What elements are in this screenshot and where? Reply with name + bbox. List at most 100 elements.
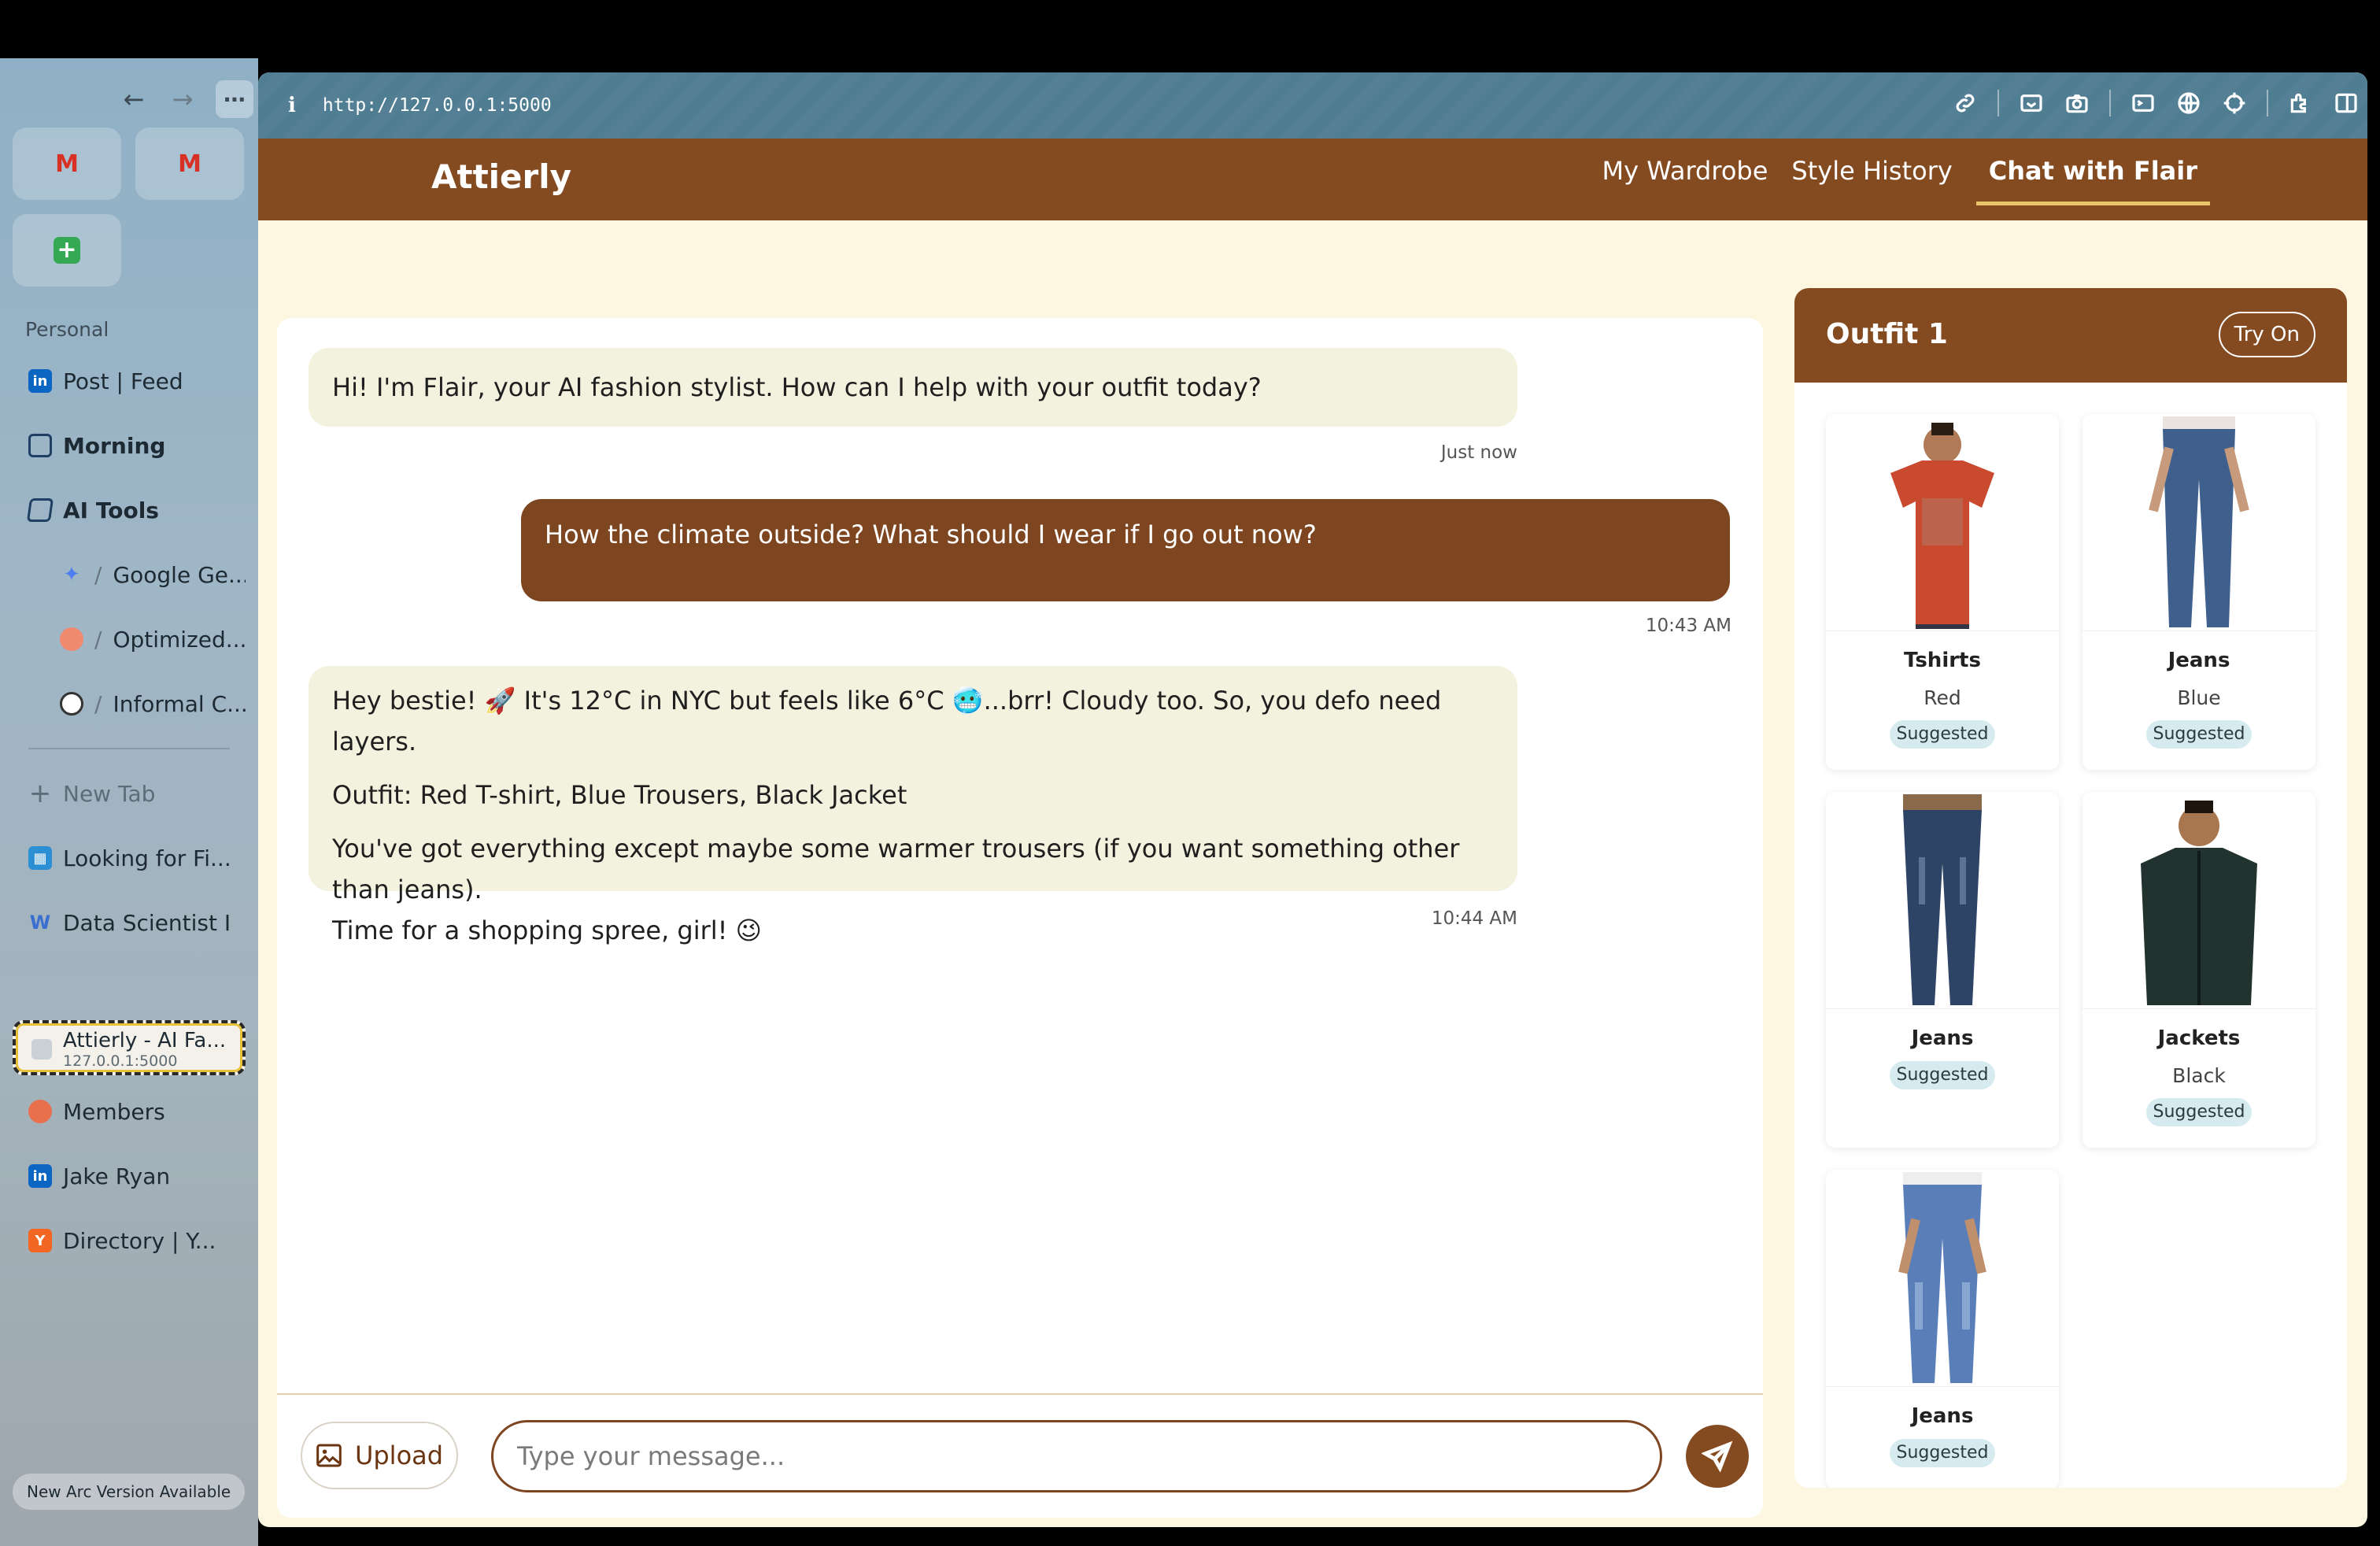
sidebar-tab-data-scientist[interactable]: W Data Scientist I [16, 899, 246, 946]
forward-arrow-icon[interactable]: → [167, 83, 198, 115]
folder-icon [28, 434, 52, 457]
add-green-icon: + [54, 237, 80, 264]
extensions-icon[interactable] [2287, 90, 2314, 117]
y-icon: Y [28, 1229, 52, 1252]
site-icon [60, 627, 83, 651]
sidebar-item-label: Directory | Y... [63, 1227, 216, 1254]
sidebar-item-optimized[interactable]: / Optimized... [47, 616, 246, 663]
nav-chat-with-flair[interactable]: Chat with Flair [1975, 156, 2210, 205]
jacket-image [2141, 800, 2257, 1005]
url-text[interactable]: http://127.0.0.1:5000 [323, 95, 552, 116]
outfit-item-card[interactable]: Jeans Blue Suggested [2082, 414, 2315, 770]
sidebar-item-label: Google Ge... [113, 561, 246, 588]
outfit-title: Outfit 1 [1826, 318, 1948, 350]
sidebar-folder-ai-tools[interactable]: AI Tools [16, 486, 246, 534]
item-image [1826, 792, 2059, 1009]
send-icon [1702, 1441, 1733, 1472]
outfit-item-card[interactable]: Tshirts Red Suggested [1826, 414, 2059, 770]
jeans-image [2149, 416, 2249, 627]
sidebar-item-label: Optimized... [113, 626, 246, 653]
sidebar-item-label: Morning [63, 432, 166, 459]
terminal-icon[interactable] [2130, 90, 2156, 117]
new-tab-button[interactable]: + New Tab [16, 770, 246, 817]
target-icon[interactable] [2221, 90, 2248, 117]
nav-style-history[interactable]: Style History [1791, 156, 1952, 205]
globe-icon[interactable] [2175, 90, 2202, 117]
bot-message: Hey bestie! 🚀 It's 12°C in NYC but feels… [309, 666, 1517, 945]
pinned-gmail-2[interactable]: M [135, 128, 244, 200]
outfit-item-card[interactable]: Jackets Black Suggested [2082, 792, 2315, 1148]
sidebar-item-post-feed[interactable]: in Post | Feed [16, 357, 246, 405]
split-view-icon[interactable] [2333, 90, 2360, 117]
plus-icon: + [28, 778, 52, 809]
url-bar[interactable]: i http://127.0.0.1:5000 [258, 72, 2367, 139]
gmail-icon: M [178, 150, 201, 178]
message-text: Hi! I'm Flair, your AI fashion stylist. … [332, 372, 1262, 402]
brand-logo[interactable]: Attierly [431, 157, 571, 196]
sidebar-item-google-gemini[interactable]: ✦ / Google Ge... [47, 551, 246, 598]
item-color: Blue [2177, 686, 2221, 709]
gmail-icon: M [55, 150, 79, 178]
message-timestamp: Just now [1440, 442, 1517, 463]
link-icon[interactable] [1952, 90, 1979, 117]
toolbar-separator [2267, 90, 2268, 117]
capture-icon[interactable] [2018, 90, 2045, 117]
chat-panel: Hi! I'm Flair, your AI fashion stylist. … [277, 318, 1763, 1518]
separator-slash: / [94, 690, 102, 717]
separator-slash: / [94, 626, 102, 653]
bot-message: Hi! I'm Flair, your AI fashion stylist. … [309, 348, 1517, 427]
sidebar-folder-morning[interactable]: Morning [16, 422, 246, 469]
separator-slash: / [94, 561, 102, 588]
sidebar-tab-attierly-active[interactable]: Attierly - AI Fa... 127.0.0.1:5000 [13, 1020, 246, 1075]
item-image [2082, 414, 2315, 631]
suggested-badge: Suggested [1890, 1439, 1995, 1467]
item-name: Jeans [2168, 649, 2230, 672]
info-icon[interactable]: i [288, 94, 296, 117]
outfit-item-card[interactable]: Jeans Suggested [1826, 1170, 2059, 1488]
linkedin-icon: in [28, 369, 52, 393]
linkedin-icon: in [28, 1164, 52, 1188]
update-available-pill[interactable]: New Arc Version Available [13, 1474, 246, 1510]
message-text: How the climate outside? What should I w… [545, 520, 1317, 549]
url-bar-actions [1952, 90, 2360, 117]
nav-my-wardrobe[interactable]: My Wardrobe [1602, 156, 1768, 205]
message-input[interactable] [491, 1420, 1662, 1492]
more-options-icon[interactable]: ⋯ [216, 80, 253, 118]
camera-icon[interactable] [2064, 90, 2090, 117]
suggested-badge: Suggested [2146, 1098, 2252, 1126]
suggested-badge: Suggested [1890, 720, 1995, 749]
outfit-item-card[interactable]: Jeans Suggested [1826, 792, 2059, 1148]
try-on-button[interactable]: Try On [2218, 312, 2315, 357]
item-image [1826, 1170, 2059, 1387]
item-name: Jackets [2157, 1026, 2241, 1050]
sidebar-tab-members[interactable]: Members [16, 1088, 246, 1135]
grid-icon: ▦ [28, 846, 52, 870]
back-arrow-icon[interactable]: ← [118, 83, 150, 115]
sidebar-tab-jake-ryan[interactable]: in Jake Ryan [16, 1152, 246, 1200]
members-icon [28, 1100, 52, 1123]
sidebar-item-label: Members [63, 1098, 165, 1125]
browser-window: i http://127.0.0.1:5000 Attierly My Ward… [258, 72, 2367, 1527]
send-button[interactable] [1686, 1425, 1749, 1488]
active-tab-title: Attierly - AI Fa... [63, 1029, 227, 1052]
sidebar-item-label: Informal C... [113, 690, 246, 717]
sidebar-tab-looking-for[interactable]: ▦ Looking for Fi... [16, 834, 246, 882]
site-icon [31, 1039, 52, 1060]
sidebar-tab-directory[interactable]: Y Directory | Y... [16, 1217, 246, 1264]
pinned-gmail-1[interactable]: M [13, 128, 121, 200]
outfit-header: Outfit 1 Try On [1794, 288, 2347, 383]
item-name: Jeans [1911, 1026, 1974, 1050]
user-message: How the climate outside? What should I w… [521, 499, 1730, 601]
toolbar-separator [2109, 90, 2111, 117]
suggested-badge: Suggested [1890, 1061, 1995, 1089]
sidebar-item-label: Data Scientist I [63, 909, 231, 936]
tshirt-image [1890, 422, 1994, 629]
sidebar-item-informal-chat[interactable]: / Informal C... [47, 680, 246, 727]
sidebar-item-label: Looking for Fi... [63, 845, 231, 871]
pinned-new-item[interactable]: + [13, 214, 121, 287]
upload-button[interactable]: Upload [301, 1422, 458, 1489]
jeans-image [1898, 1171, 1986, 1383]
message-timestamp: 10:44 AM [1431, 908, 1517, 929]
chat-composer: Upload [277, 1393, 1763, 1518]
item-image [1826, 414, 2059, 631]
